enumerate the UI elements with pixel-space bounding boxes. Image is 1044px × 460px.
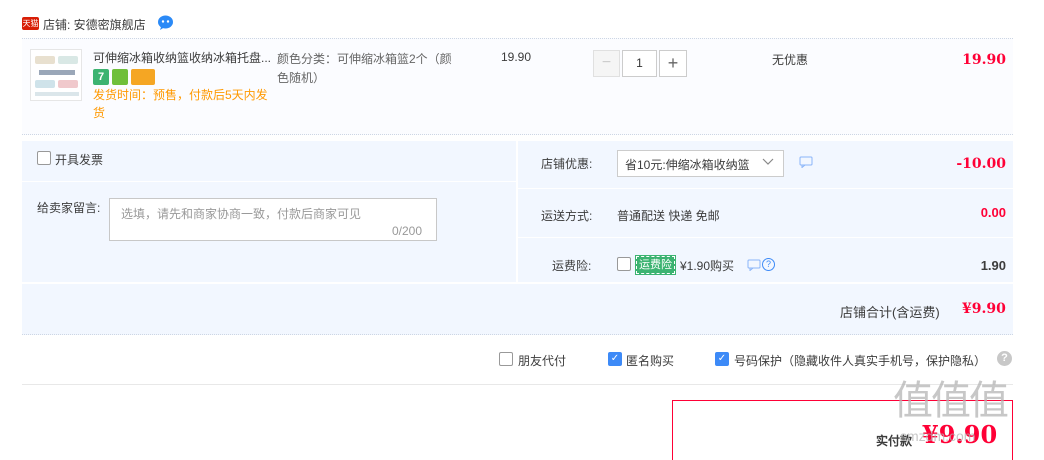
shipping-amount: 0.00 [980, 205, 1006, 220]
seller-message-char-count: 0/200 [392, 224, 423, 238]
divider [518, 237, 1013, 238]
shipping-insurance-badge: 运费险 [635, 255, 676, 275]
seller-message-placeholder: 选填，请先和商家协商一致，付款后商家可见 [121, 207, 362, 221]
sku-info: 颜色分类：可伸缩冰箱篮2个（颜色随机） [277, 52, 452, 85]
friend-pay-checkbox[interactable] [499, 352, 513, 366]
watermark-logo: 值值值 [893, 378, 1009, 424]
shop-name[interactable]: 店铺: 安德密旗舰店 [43, 16, 146, 33]
shop-discount-selected: 省10元:伸缩冰箱收纳篮 [625, 158, 750, 172]
shop-subtotal-amount: ¥9.90 [962, 301, 1006, 317]
tmall-badge: 天猫 [22, 17, 39, 30]
watermark-text: smzdm.com [900, 428, 976, 444]
number-protection-checkbox[interactable]: ✓ [715, 352, 729, 366]
product-thumbnail[interactable] [30, 49, 82, 101]
item-total-price: 19.90 [962, 52, 1006, 68]
item-discount: 无优惠 [772, 53, 809, 67]
ship-time-notice: 发货时间：预售，付款后5天内发货 [93, 88, 268, 120]
wangwang-chat-icon[interactable] [157, 15, 174, 30]
friend-pay-label[interactable]: 朋友代付 [518, 352, 566, 369]
shop-subtotal-label: 店铺合计(含运费) [840, 305, 940, 320]
promo-icons: 7 [93, 69, 155, 85]
shipping-method-label: 运送方式: [541, 209, 593, 223]
divider [22, 384, 1013, 385]
number-protection-label[interactable]: 号码保护（隐藏收件人真实手机号，保护隐私） [734, 352, 986, 369]
seller-message-label: 给卖家留言: [37, 201, 101, 215]
anonymous-purchase-checkbox[interactable]: ✓ [608, 352, 622, 366]
shipping-insurance-price: ¥1.90购买 [680, 259, 735, 273]
guarantee-icon [112, 69, 128, 85]
invoice-label[interactable]: 开具发票 [55, 151, 103, 168]
shop-discount-label: 店铺优惠: [541, 157, 593, 171]
credit-card-icon [131, 69, 155, 85]
comment-icon[interactable] [747, 259, 761, 271]
shop-discount-amount: -10.00 [956, 156, 1006, 172]
shipping-insurance-amount: 1.90 [980, 258, 1006, 273]
help-icon[interactable]: ? [762, 258, 775, 271]
product-title-link[interactable]: 可伸缩冰箱收纳篮收纳冰箱托盘... [93, 50, 273, 67]
seven-day-return-icon: 7 [93, 69, 109, 85]
shipping-method-value: 普通配送 快递 免邮 [617, 209, 720, 223]
quantity-input[interactable]: 1 [622, 50, 657, 77]
invoice-checkbox[interactable] [37, 151, 51, 165]
divider [518, 188, 1013, 189]
quantity-decrease-button[interactable]: − [593, 50, 620, 77]
shipping-insurance-checkbox[interactable] [617, 257, 631, 271]
help-icon[interactable]: ? [997, 351, 1012, 366]
quantity-increase-button[interactable]: + [659, 50, 687, 77]
chevron-down-icon [762, 158, 774, 165]
unit-price: 19.90 [501, 50, 532, 64]
comment-icon[interactable] [799, 156, 813, 168]
shipping-insurance-label: 运费险: [552, 259, 592, 273]
anonymous-purchase-label[interactable]: 匿名购买 [626, 352, 674, 369]
